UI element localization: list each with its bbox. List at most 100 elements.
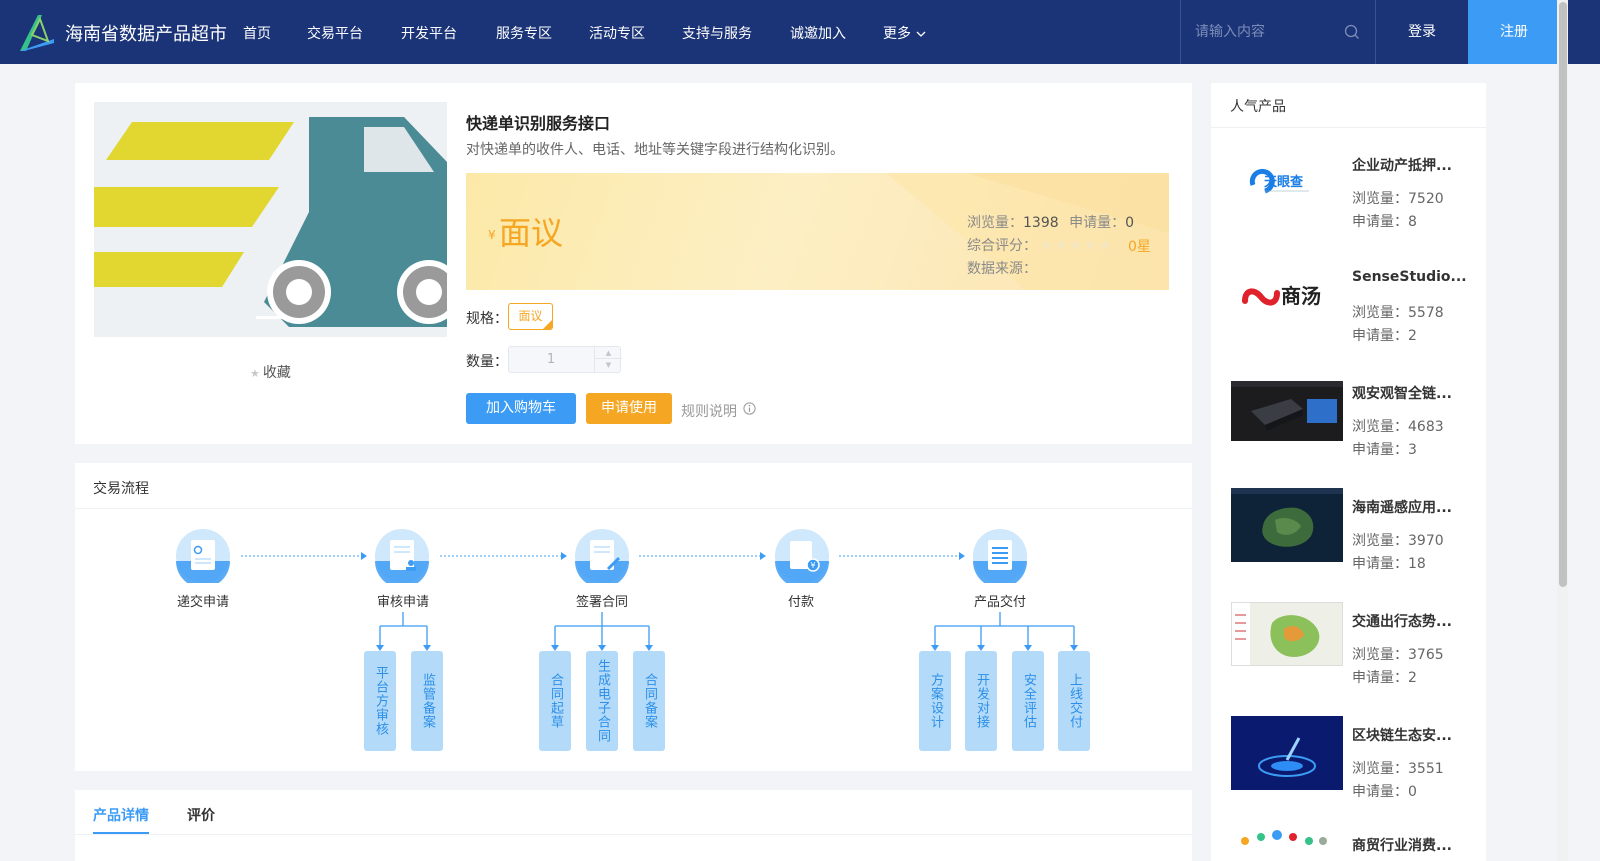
scrollbar-thumb[interactable] bbox=[1559, 2, 1567, 587]
views-count: 3970 bbox=[1408, 533, 1444, 549]
quantity-stepper: ▲ ▼ bbox=[508, 346, 622, 373]
substep-solution-design: 方案设计 bbox=[919, 651, 951, 751]
consumer-data-icon bbox=[1231, 829, 1343, 861]
nav-dev-platform[interactable]: 开发平台 bbox=[401, 23, 457, 43]
nav-support[interactable]: 支持与服务 bbox=[682, 23, 752, 43]
product-views: 浏览量：4683 bbox=[1352, 416, 1444, 436]
step-submit: 递交申请 bbox=[176, 595, 229, 610]
source-label: 数据来源： bbox=[967, 261, 1037, 277]
substep-contract-filing: 合同备案 bbox=[633, 651, 665, 751]
product-applies: 申请量：2 bbox=[1352, 667, 1417, 687]
product-image[interactable] bbox=[94, 102, 447, 337]
selected-check-icon bbox=[543, 320, 552, 329]
popular-product-item[interactable]: 商汤 SenseStudio... 浏览量：5578 申请量：2 bbox=[1231, 267, 1471, 357]
chevron-up-icon[interactable]: ▲ bbox=[595, 347, 622, 359]
applies-count: 8 bbox=[1408, 214, 1417, 230]
top-navbar: 海南省数据产品超市 首页 交易平台 开发平台 服务专区 活动专区 支持与服务 诚… bbox=[0, 0, 1600, 64]
spec-label: 规格： bbox=[466, 311, 508, 327]
site-title[interactable]: 海南省数据产品超市 bbox=[65, 20, 227, 46]
product-thumbnail bbox=[1231, 488, 1343, 562]
product-name: 交通出行态势... bbox=[1352, 614, 1452, 630]
applies-count: 2 bbox=[1408, 670, 1417, 686]
product-applies: 申请量：3 bbox=[1352, 439, 1417, 459]
views-stat: 浏览量：1398 申请量：0 bbox=[967, 212, 1134, 232]
nav-join[interactable]: 诚邀加入 bbox=[790, 23, 846, 43]
product-name: 区块链生态安... bbox=[1352, 728, 1452, 744]
submit-application-icon bbox=[176, 529, 230, 583]
product-name: SenseStudio... bbox=[1352, 269, 1467, 285]
popular-product-item[interactable]: 海南遥感应用... 浏览量：3970 申请量：18 bbox=[1231, 488, 1471, 585]
views-label: 浏览量： bbox=[967, 215, 1023, 231]
product-applies: 申请量：2 bbox=[1352, 325, 1417, 345]
favorite-button[interactable]: ★ 收藏 bbox=[250, 362, 291, 382]
applies-label: 申请量： bbox=[1352, 784, 1408, 800]
nav-activity-zone[interactable]: 活动专区 bbox=[589, 23, 645, 43]
views-count: 5578 bbox=[1408, 305, 1444, 321]
search-input[interactable] bbox=[1195, 21, 1345, 43]
nav-more[interactable]: 更多 bbox=[883, 23, 926, 43]
applies-label: 申请量： bbox=[1352, 442, 1408, 458]
applies-count: 0 bbox=[1125, 215, 1135, 231]
views-count: 3765 bbox=[1408, 647, 1444, 663]
tabs-divider bbox=[75, 834, 1192, 835]
product-thumbnail: 商汤 bbox=[1231, 267, 1343, 327]
nav-home[interactable]: 首页 bbox=[243, 23, 271, 43]
views-count: 3551 bbox=[1408, 761, 1444, 777]
search-icon[interactable] bbox=[1344, 24, 1360, 40]
review-application-icon bbox=[375, 529, 429, 583]
substep-regulatory-filing: 监管备案 bbox=[411, 651, 443, 751]
process-title: 交易流程 bbox=[93, 481, 149, 497]
chevron-down-icon[interactable]: ▼ bbox=[595, 359, 622, 371]
popular-product-item[interactable]: 商贸行业消费... bbox=[1231, 829, 1471, 861]
sidebar-divider bbox=[1211, 127, 1486, 128]
applies-label: 申请量： bbox=[1352, 328, 1408, 344]
image-carousel-indicator[interactable] bbox=[256, 316, 286, 319]
substep-contract-draft: 合同起草 bbox=[539, 651, 571, 751]
applies-count: 18 bbox=[1408, 556, 1426, 572]
product-thumbnail bbox=[1231, 829, 1343, 861]
product-name: 商贸行业消费... bbox=[1352, 838, 1452, 854]
popular-product-item[interactable]: 天眼查 企业动产抵押... 浏览量：7520 申请量：8 bbox=[1231, 153, 1471, 243]
star-icon: ★ bbox=[250, 367, 260, 380]
substep-security-assessment: 安全评估 bbox=[1012, 651, 1044, 751]
tab-product-details[interactable]: 产品详情 bbox=[93, 805, 149, 825]
views-label: 浏览量： bbox=[1352, 419, 1408, 435]
substep-go-live: 上线交付 bbox=[1058, 651, 1090, 751]
tab-reviews[interactable]: 评价 bbox=[187, 805, 215, 825]
apply-button[interactable]: 申请使用 bbox=[586, 393, 672, 424]
quantity-input[interactable] bbox=[509, 347, 593, 372]
popular-product-item[interactable]: 区块链生态安... 浏览量：3551 申请量：0 bbox=[1231, 716, 1471, 813]
nav-service-zone[interactable]: 服务专区 bbox=[496, 23, 552, 43]
login-button[interactable]: 登录 bbox=[1376, 0, 1468, 64]
nav-trading-platform[interactable]: 交易平台 bbox=[307, 23, 363, 43]
product-name: 海南遥感应用... bbox=[1352, 500, 1452, 516]
substep-platform-review: 平台方审核 bbox=[364, 651, 396, 751]
star-icon: ★ bbox=[1068, 236, 1083, 254]
step-review: 审核申请 bbox=[376, 595, 429, 610]
payment-icon: ¥ bbox=[775, 529, 829, 583]
add-to-cart-button[interactable]: 加入购物车 bbox=[466, 393, 576, 424]
product-views: 浏览量：3551 bbox=[1352, 758, 1444, 778]
substep-e-contract: 生成电子合同 bbox=[586, 651, 618, 751]
sensetime-logo-icon: 商汤 bbox=[1231, 267, 1343, 327]
detail-tabs-panel bbox=[75, 790, 1192, 861]
product-thumbnail bbox=[1231, 716, 1343, 790]
views-count: 4683 bbox=[1408, 419, 1444, 435]
chevron-down-icon bbox=[916, 31, 926, 37]
info-icon[interactable] bbox=[743, 402, 756, 415]
site-logo-icon[interactable] bbox=[18, 13, 56, 53]
product-title: 快递单识别服务接口 bbox=[466, 114, 611, 133]
product-thumbnail: 天眼查 bbox=[1231, 153, 1343, 213]
popular-product-item[interactable]: 交通出行态势... 浏览量：3765 申请量：2 bbox=[1231, 602, 1471, 699]
register-button[interactable]: 注册 bbox=[1468, 0, 1560, 64]
product-description: 对快递单的收件人、电话、地址等关键字段进行结构化识别。 bbox=[466, 142, 844, 158]
star-icon: ★ bbox=[1097, 236, 1112, 254]
substep-dev-integration: 开发对接 bbox=[965, 651, 997, 751]
rules-link[interactable]: 规则说明 bbox=[681, 401, 737, 421]
step-delivery: 产品交付 bbox=[973, 595, 1026, 610]
spec-option[interactable]: 面议 bbox=[508, 303, 553, 330]
rating-stars: ★★★★★ bbox=[1040, 236, 1112, 254]
applies-label: 申请量： bbox=[1352, 556, 1408, 572]
traffic-map-icon bbox=[1232, 603, 1342, 665]
popular-product-item[interactable]: 观安观智全链... 浏览量：4683 申请量：3 bbox=[1231, 381, 1471, 471]
